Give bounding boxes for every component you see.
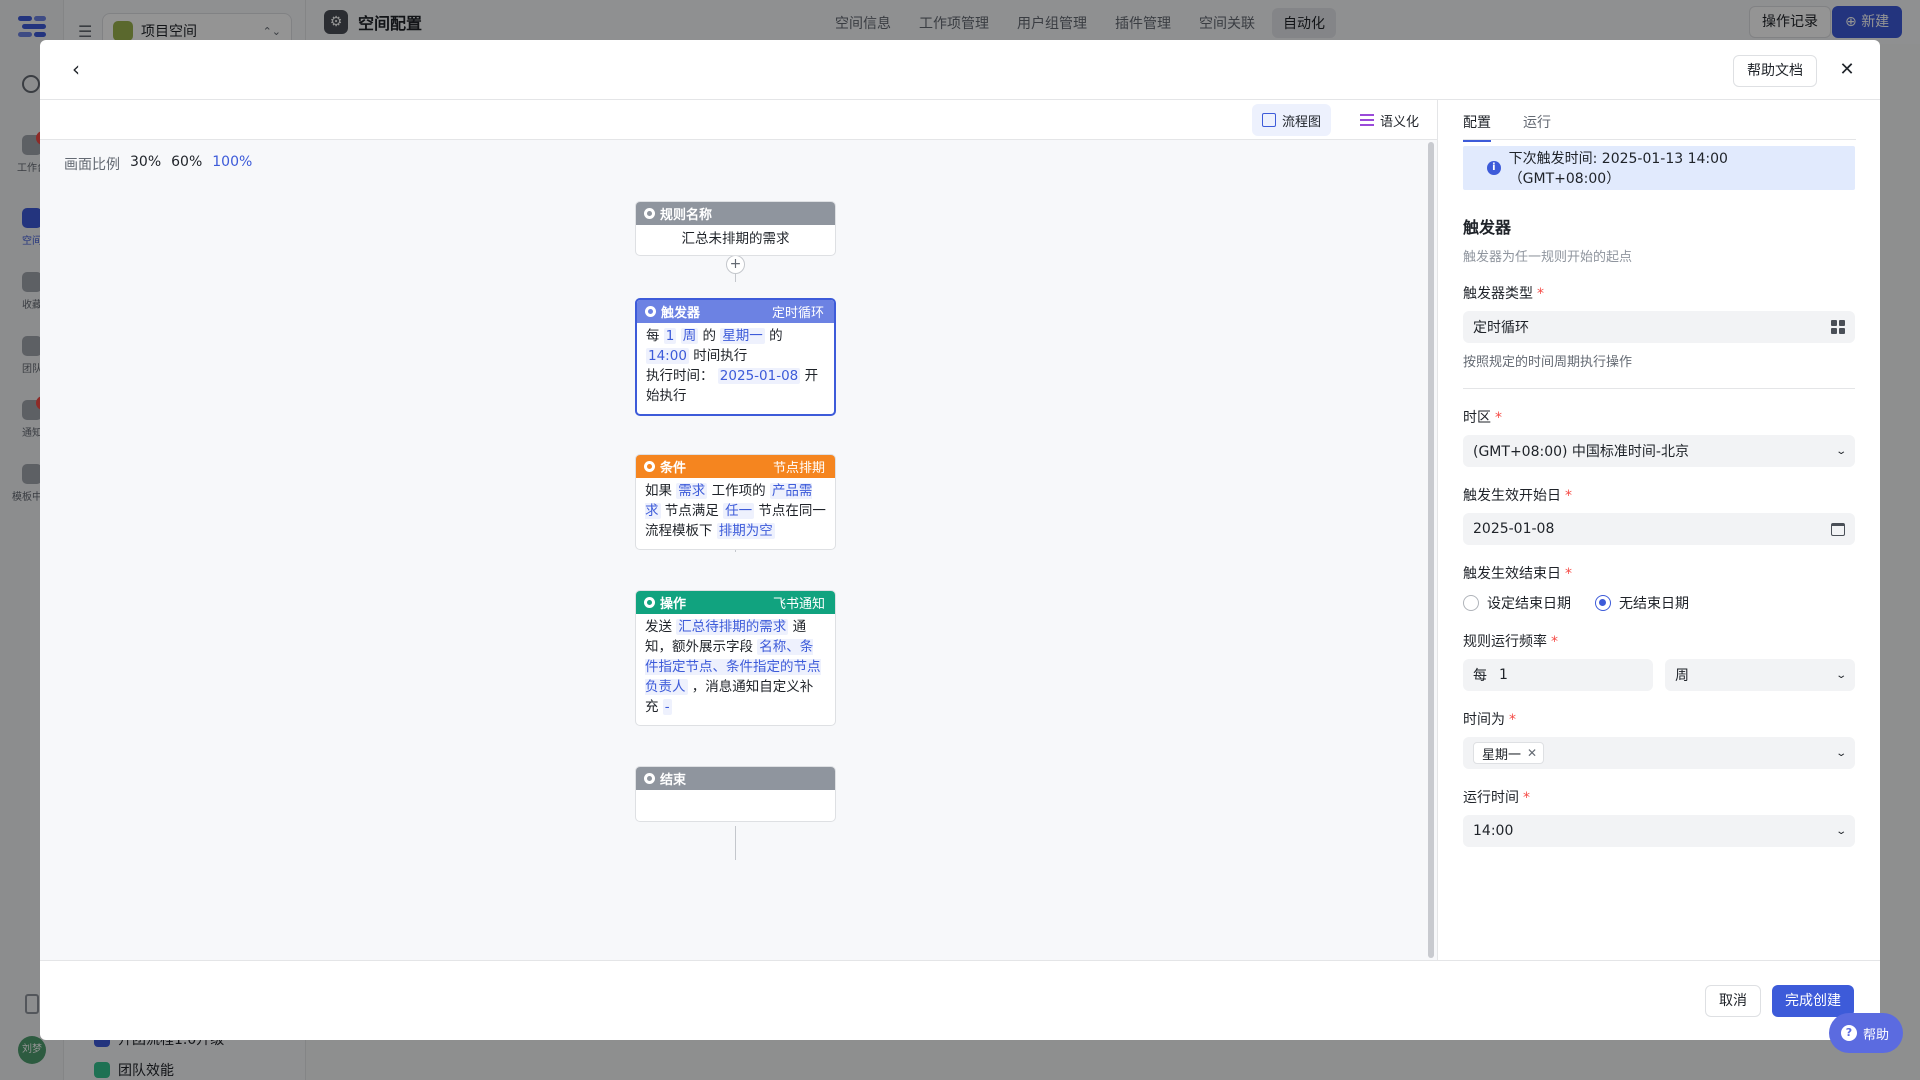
question-icon: ? [1841,1025,1857,1041]
condition-summary: 如果 需求 工作项的 产品需求 节点满足 任一 节点在同一流程模板下 排期为空 [645,483,826,539]
next-trigger-info: i 下次触发时间: 2025-01-13 14:00（GMT+08:00） [1463,146,1855,190]
start-date-label: 触发生效开始日 * [1463,488,1572,504]
rule-name-text: 汇总未排期的需求 [681,231,790,247]
end-node: 结束 [635,766,836,822]
stop-icon [644,773,655,784]
flow-canvas-area: 流程图 语义化 画面比例 30% 60% 100% + + + + [40,100,1438,960]
view-switch: 流程图 语义化 [40,100,1437,140]
condition-node[interactable]: 条件 节点排期 如果 需求 工作项的 产品需求 节点满足 任一 节点在同一流程模… [635,454,836,550]
time-is-label: 时间为 * [1463,712,1516,728]
info-icon: i [1487,161,1501,175]
trigger-type-select[interactable]: 定时循环 [1463,311,1855,343]
zoom-option-60[interactable]: 60% [171,154,202,174]
automation-rule-modal: ‹ 帮助文档 ✕ 流程图 语义化 画面比例 30% 60% 100% + 规则名… [40,40,1880,1040]
radio-set-end-date[interactable]: 设定结束日期 [1463,593,1571,613]
list-icon [1360,113,1374,127]
weekday-chip: 星期一 ✕ [1473,742,1545,764]
action-summary: 发送 汇总待排期的需求 通知，额外展示字段 名称、条件指定节点、条件指定的节点负… [645,619,821,715]
calendar-icon [1831,522,1845,536]
node-header: 条件 节点排期 [636,455,835,478]
node-header: 触发器 定时循环 [637,300,834,323]
play-icon [644,208,655,219]
section-title: 触发器 [1463,218,1512,237]
canvas-scrollbar[interactable] [1428,142,1434,958]
trigger-type-tag: 定时循环 [771,306,824,321]
timezone-label: 时区 * [1463,410,1502,426]
timezone-select[interactable]: (GMT+08:00) 中国标准时间-北京 ⌄ [1463,435,1855,467]
help-floating-button[interactable]: ? 帮助 [1829,1013,1904,1053]
node-header: 操作 飞书通知 [636,591,835,614]
trigger-summary: 每 1 周 的 星期一 的 14:00 时间执行 执行时间： 2025-01-0… [646,328,819,404]
rule-name-node[interactable]: 规则名称 汇总未排期的需求 [635,201,836,256]
radio-circle [1595,595,1611,611]
chevron-down-icon: ⌄ [1834,747,1847,759]
chevron-down-icon: ⌄ [1834,669,1847,681]
zoom-option-100[interactable]: 100% [212,154,252,174]
semantic-view-button[interactable]: 语义化 [1350,104,1429,136]
modal-footer: 取消 完成创建 [40,960,1880,1040]
action-type-tag: 飞书通知 [772,597,825,612]
tab-run[interactable]: 运行 [1523,112,1551,140]
flowchart-view-button[interactable]: 流程图 [1252,104,1332,136]
action-icon [644,597,655,608]
remove-chip-icon[interactable]: ✕ [1527,746,1537,760]
flow-connector [735,826,736,860]
divider [1463,388,1855,389]
chevron-down-icon: ⌄ [1834,825,1847,837]
end-date-label: 触发生效结束日 * [1463,566,1572,582]
frequency-label: 规则运行频率 * [1463,634,1558,650]
condition-type-tag: 节点排期 [772,461,825,476]
node-header: 规则名称 [636,202,835,225]
panel-content: i 下次触发时间: 2025-01-13 14:00（GMT+08:00） 触发… [1463,146,1855,847]
weekday-multiselect[interactable]: 星期一 ✕ ⌄ [1463,737,1855,769]
radio-circle [1463,595,1479,611]
question-icon [644,461,655,472]
trigger-node[interactable]: 触发器 定时循环 每 1 周 的 星期一 的 14:00 时间执行 执行时间： … [635,298,836,416]
modal-header: ‹ 帮助文档 ✕ [40,40,1880,100]
end-date-radio-group: 设定结束日期 无结束日期 [1463,593,1855,613]
radio-no-end-date[interactable]: 无结束日期 [1595,593,1689,613]
run-time-label: 运行时间 * [1463,790,1530,806]
help-doc-button[interactable]: 帮助文档 [1733,55,1817,87]
add-step-button[interactable]: + [726,255,745,274]
chevron-down-icon: ⌄ [1834,445,1847,457]
section-description: 触发器为任一规则开始的起点 [1463,250,1633,265]
cancel-button[interactable]: 取消 [1705,985,1761,1017]
zoom-label: 画面比例 [64,157,120,173]
node-header: 结束 [636,767,835,790]
flowchart-icon [1262,113,1276,127]
zoom-scale: 画面比例 30% 60% 100% [64,154,252,174]
grid-icon [1831,320,1845,334]
action-node[interactable]: 操作 飞书通知 发送 汇总待排期的需求 通知，额外展示字段 名称、条件指定节点、… [635,590,836,726]
config-panel: 配置 运行 i 下次触发时间: 2025-01-13 14:00（GMT+08:… [1439,100,1880,960]
frequency-row: 每 1 周 ⌄ [1463,659,1855,691]
start-date-picker[interactable]: 2025-01-08 [1463,513,1855,545]
trigger-type-hint: 按照规定的时间周期执行操作 [1463,355,1633,370]
close-icon[interactable]: ✕ [1835,58,1859,82]
finish-create-button[interactable]: 完成创建 [1772,985,1854,1017]
run-time-select[interactable]: 14:00 ⌄ [1463,815,1855,847]
trigger-type-label: 触发器类型 * [1463,286,1544,302]
tab-config[interactable]: 配置 [1463,112,1491,142]
frequency-unit-select[interactable]: 周 ⌄ [1665,659,1855,691]
frequency-number-input[interactable]: 每 1 [1463,659,1653,691]
flow-canvas[interactable]: 画面比例 30% 60% 100% + + + + 规则名称 汇总未排期的需求 [40,140,1437,960]
back-icon[interactable]: ‹ [64,58,88,82]
panel-tabs: 配置 运行 [1463,100,1856,142]
trigger-icon [645,306,656,317]
zoom-option-30[interactable]: 30% [130,154,161,174]
